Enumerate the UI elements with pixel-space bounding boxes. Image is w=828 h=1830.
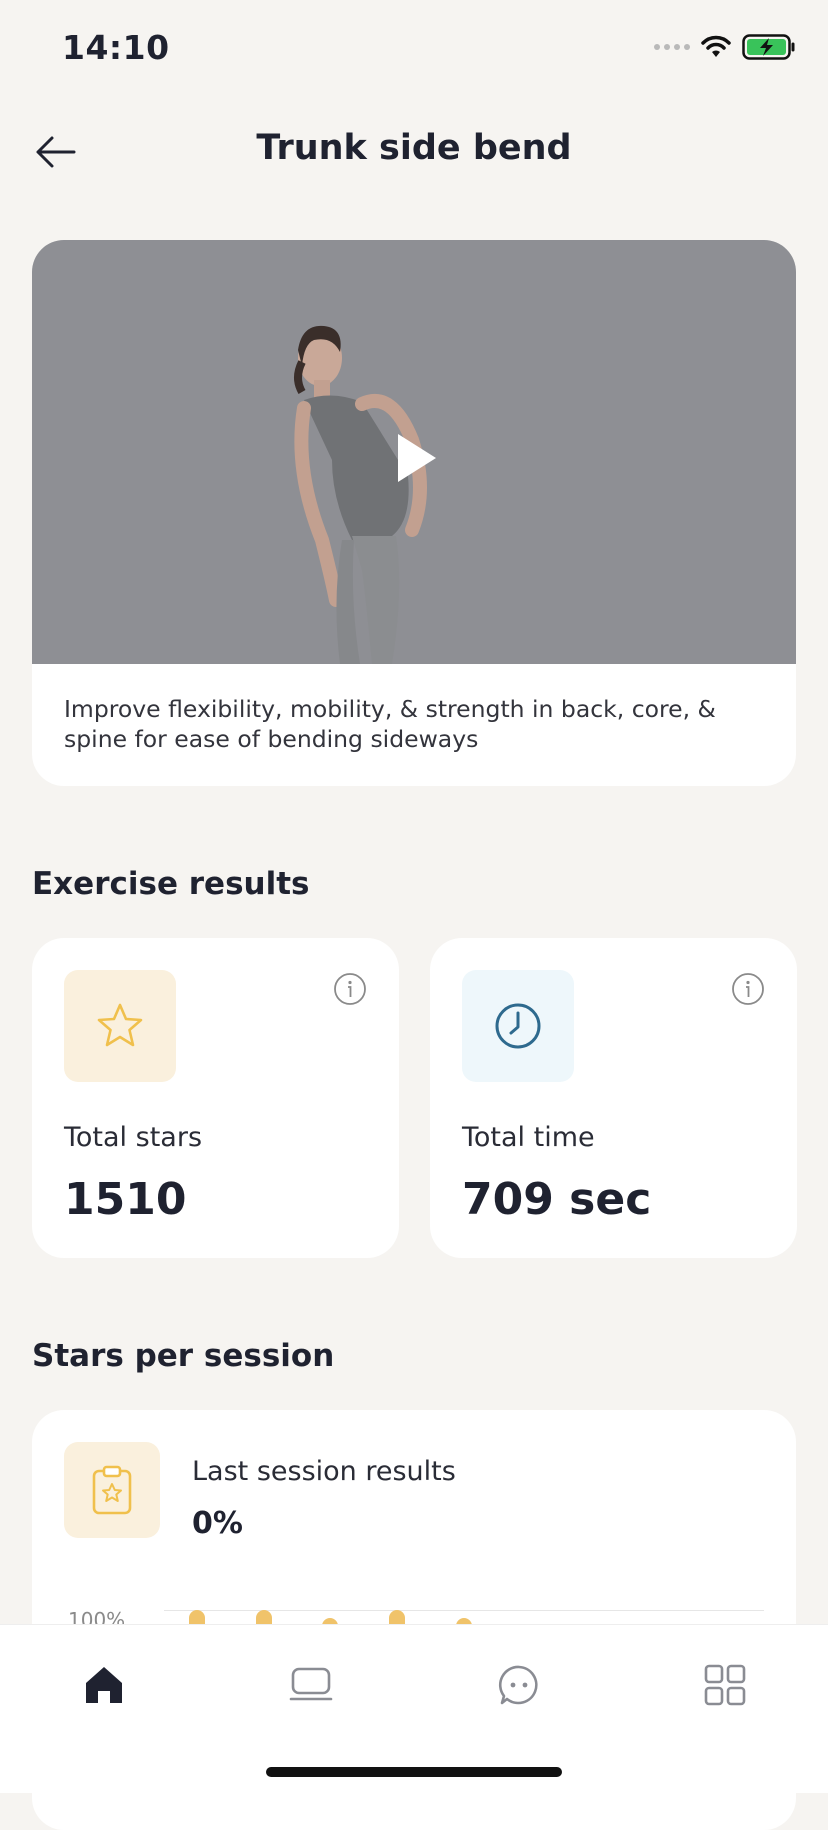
- total-stars-label: Total stars: [64, 1122, 203, 1153]
- home-indicator: [266, 1767, 562, 1777]
- grid-icon: [704, 1664, 746, 1706]
- battery-charging-icon: [742, 34, 795, 60]
- status-time: 14:10: [62, 28, 170, 67]
- home-icon: [86, 1667, 122, 1703]
- nav-menu[interactable]: [695, 1655, 755, 1715]
- last-session-label: Last session results: [192, 1456, 456, 1487]
- status-icons: [654, 34, 796, 60]
- clipboard-star-icon: [92, 1465, 132, 1515]
- exercise-description: Improve flexibility, mobility, & strengt…: [64, 695, 716, 753]
- clock-icon: [495, 1003, 541, 1049]
- total-time-value: 709 sec: [462, 1174, 652, 1225]
- cellular-signal-icon: [654, 44, 690, 50]
- wifi-icon: [701, 35, 731, 57]
- clock-icon-tile: [462, 970, 574, 1082]
- exercise-video[interactable]: [32, 240, 796, 664]
- nav-home[interactable]: [74, 1655, 134, 1715]
- nav-chat[interactable]: [489, 1655, 549, 1715]
- total-stars-card: Total stars 1510: [32, 938, 399, 1258]
- stars-per-session-title: Stars per session: [32, 1338, 335, 1374]
- bottom-nav: [0, 1624, 828, 1793]
- star-icon: [97, 1003, 143, 1047]
- chat-bubble-icon: [499, 1665, 538, 1705]
- total-stars-value: 1510: [64, 1174, 187, 1225]
- laptop-icon: [289, 1667, 333, 1701]
- star-icon-tile: [64, 970, 176, 1082]
- info-icon[interactable]: [731, 972, 765, 1006]
- play-icon[interactable]: [384, 428, 444, 488]
- page-title: Trunk side bend: [256, 128, 572, 168]
- clipboard-star-icon-tile: [64, 1442, 160, 1538]
- total-time-label: Total time: [462, 1122, 595, 1153]
- total-time-card: Total time 709 sec: [430, 938, 797, 1258]
- video-card: Improve flexibility, mobility, & strengt…: [32, 240, 796, 786]
- last-session-value: 0%: [192, 1506, 243, 1541]
- nav-devices[interactable]: [281, 1655, 341, 1715]
- exercise-results-title: Exercise results: [32, 866, 310, 902]
- chart-gridline: [164, 1610, 764, 1611]
- info-icon[interactable]: [333, 972, 367, 1006]
